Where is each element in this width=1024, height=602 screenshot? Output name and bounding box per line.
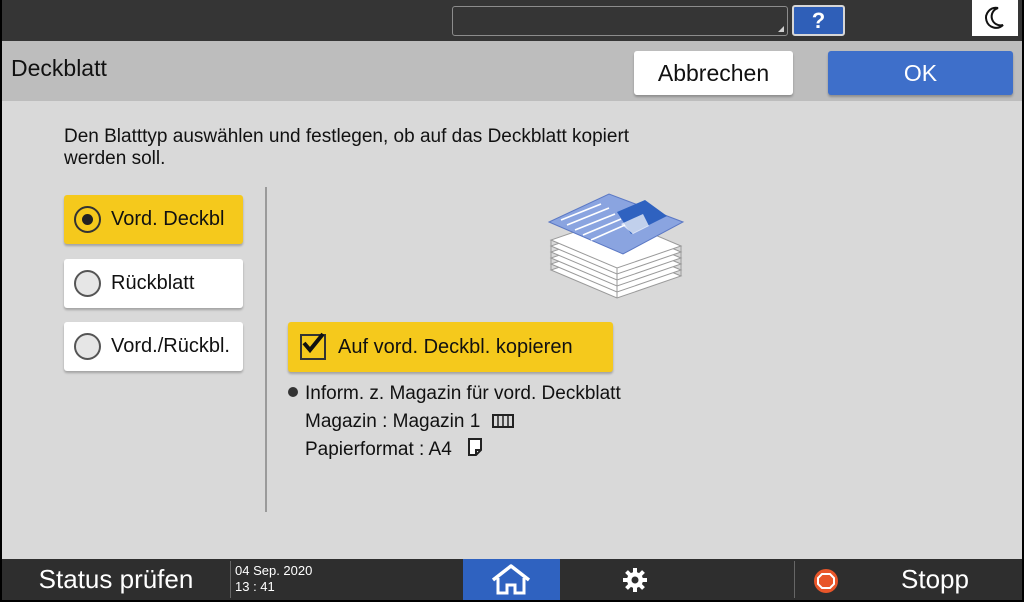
ok-button[interactable]: OK — [828, 51, 1013, 95]
top-bar: ? — [2, 0, 1022, 41]
tray-icon — [491, 414, 514, 428]
check-status-button[interactable]: Status prüfen — [2, 559, 230, 600]
stop-button-icon-wrap[interactable] — [813, 568, 839, 594]
checkbox-checked-icon — [300, 332, 326, 360]
bullet-icon — [288, 387, 298, 397]
info-heading-row: Inform. z. Magazin für vord. Deckblatt — [288, 380, 621, 408]
stop-icon — [814, 569, 838, 593]
bottom-bar: Status prüfen 04 Sep. 2020 13 : 41 Stopp — [2, 559, 1022, 600]
home-icon — [491, 564, 531, 595]
screen: ? Deckblatt Abbrechen OK Den Blatttyp au… — [2, 0, 1022, 600]
date-time: 04 Sep. 2020 13 : 41 — [235, 563, 312, 595]
energy-saver-button[interactable] — [972, 0, 1018, 36]
option-back-cover[interactable]: Rückblatt — [64, 259, 243, 308]
gear-icon — [623, 568, 647, 592]
home-button[interactable] — [463, 559, 560, 600]
copy-on-front-cover-toggle[interactable]: Auf vord. Deckbl. kopieren — [288, 322, 613, 372]
radio-selected-icon — [74, 206, 101, 233]
page-title: Deckblatt — [11, 55, 107, 81]
instruction-text: Den Blatttyp auswählen und festlegen, ob… — [64, 126, 630, 169]
paper-size-value: Papierformat : A4 — [305, 439, 452, 460]
settings-button[interactable] — [622, 567, 648, 593]
tray-value: Magazin : Magazin 1 — [305, 411, 481, 432]
option-label: Rückblatt — [111, 272, 195, 294]
cover-sheet-illustration — [547, 193, 685, 299]
portrait-paper-icon — [468, 438, 483, 456]
cancel-button[interactable]: Abbrechen — [634, 51, 793, 95]
divider — [265, 187, 267, 512]
radio-empty-icon — [74, 270, 101, 297]
separator — [230, 561, 231, 598]
expand-corner-icon — [778, 26, 784, 32]
message-box[interactable] — [452, 6, 788, 36]
separator — [794, 561, 795, 598]
checkbox-label: Auf vord. Deckbl. kopieren — [338, 336, 573, 358]
date-label: 04 Sep. 2020 — [235, 563, 313, 578]
radio-empty-icon — [74, 333, 101, 360]
moon-icon — [985, 6, 1004, 29]
tray-info: Inform. z. Magazin für vord. Deckblatt M… — [288, 380, 621, 464]
option-front-back-cover[interactable]: Vord./Rückbl. — [64, 322, 243, 371]
option-label: Vord. Deckbl — [111, 208, 225, 230]
tray-row: Magazin : Magazin 1 — [288, 408, 621, 436]
header: Deckblatt Abbrechen OK — [2, 41, 1022, 101]
info-heading: Inform. z. Magazin für vord. Deckblatt — [305, 383, 621, 404]
option-label: Vord./Rückbl. — [111, 335, 230, 357]
option-front-cover[interactable]: Vord. Deckbl — [64, 195, 243, 244]
help-button[interactable]: ? — [792, 5, 845, 36]
paper-size-row: Papierformat : A4 — [288, 436, 621, 464]
question-icon: ? — [811, 8, 826, 33]
time-label: 13 : 41 — [235, 579, 275, 594]
stop-button[interactable]: Stopp — [901, 559, 969, 600]
